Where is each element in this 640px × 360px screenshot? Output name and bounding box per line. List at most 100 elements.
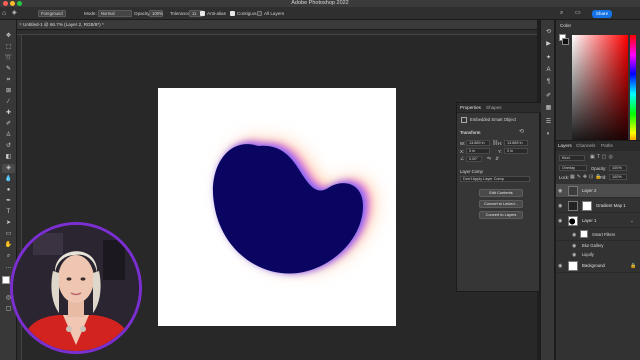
character-panel-icon[interactable]: A — [544, 66, 553, 75]
visibility-eye-icon[interactable]: ◉ — [558, 218, 562, 224]
opacity-input[interactable]: 100% — [149, 10, 163, 17]
title-bar: Adobe Photoshop 2022 — [0, 0, 640, 7]
share-button[interactable]: Share — [592, 10, 612, 18]
properties-panel: Properties Shapes Embedded Smart Object … — [456, 102, 541, 292]
all-layers-checkbox[interactable] — [257, 11, 262, 16]
flip-vertical-icon[interactable]: ⇵ — [495, 156, 499, 162]
edit-contents-button[interactable]: Edit Contents — [479, 189, 523, 197]
layer-opacity-input[interactable]: 100% — [609, 165, 627, 171]
color-panel: Color — [556, 20, 640, 153]
visibility-eye-icon[interactable]: ◉ — [572, 252, 576, 258]
color-picker-field[interactable] — [572, 35, 628, 153]
move-tool-icon[interactable]: ✥ — [2, 32, 15, 41]
tab-channels[interactable]: Channels — [576, 142, 595, 150]
paint-bucket-tool-icon[interactable]: ◈ — [12, 7, 17, 20]
layer-comp-select[interactable]: Don't Apply Layer Comp — [460, 176, 530, 182]
lasso-tool-icon[interactable]: ➰ — [2, 54, 15, 63]
healing-brush-tool-icon[interactable]: ✚ — [2, 109, 15, 118]
anti-alias-checkbox[interactable] — [200, 11, 205, 16]
visibility-eye-icon[interactable]: ◉ — [558, 188, 562, 194]
fill-source-select[interactable]: Foreground — [38, 10, 66, 17]
mode-select[interactable]: Normal — [98, 10, 132, 17]
paint-bucket-tool-icon[interactable]: ◈ — [2, 164, 15, 173]
actions-panel-icon[interactable]: ▶ — [544, 40, 553, 49]
background-color-swatch[interactable] — [562, 38, 569, 45]
convert-to-linked-button[interactable]: Convert to Linked... — [479, 200, 523, 208]
smart-filter-indicator-icon[interactable]: ⌄ — [630, 218, 634, 224]
path-selection-tool-icon[interactable]: ➤ — [2, 219, 15, 228]
x-input[interactable]: 0 in — [466, 148, 490, 154]
close-tab-icon[interactable]: × — [19, 20, 22, 30]
visibility-eye-icon[interactable]: ◉ — [558, 263, 562, 269]
hue-slider[interactable] — [630, 35, 636, 153]
blend-mode-select[interactable]: Overlay — [559, 165, 587, 171]
blur-tool-icon[interactable]: 💧 — [2, 175, 15, 184]
contiguous-checkbox[interactable] — [230, 11, 235, 16]
zoom-tool-icon[interactable]: ⌕ — [2, 252, 15, 261]
tab-properties[interactable]: Properties — [460, 104, 481, 112]
webcam-overlay — [10, 222, 142, 354]
history-panel-icon[interactable]: ⟲ — [544, 28, 553, 37]
dodge-tool-icon[interactable]: ● — [2, 186, 15, 195]
document-canvas[interactable] — [158, 88, 396, 326]
layer-row-layer-1[interactable]: ◉ Layer 1 ⌄ — [556, 214, 640, 228]
clone-stamp-tool-icon[interactable]: ♙ — [2, 131, 15, 140]
tab-paths[interactable]: Paths — [601, 142, 613, 150]
visibility-eye-icon[interactable]: ◉ — [572, 243, 576, 249]
home-icon[interactable]: ⌂ — [2, 7, 6, 20]
eyedropper-tool-icon[interactable]: ⁄ — [2, 98, 15, 107]
search-icon[interactable]: ⌕ — [560, 7, 563, 20]
presenter-video — [13, 225, 139, 351]
patterns-panel-icon[interactable]: ▦ — [544, 104, 553, 113]
layer-name: Gradient Map 1 — [596, 203, 626, 208]
layer-row-gradient-map-1[interactable]: ◉ Gradient Map 1 — [556, 199, 640, 213]
y-input[interactable]: 0 in — [504, 148, 528, 154]
type-tool-icon[interactable]: T — [2, 208, 15, 217]
layer-name: Background — [582, 263, 605, 268]
filter-row-liquify[interactable]: ◉ Liquify — [556, 250, 640, 259]
properties-panel-icon[interactable]: ☰ — [544, 118, 553, 127]
brush-tool-icon[interactable]: ✐ — [2, 120, 15, 129]
tab-layers[interactable]: Layers — [558, 142, 572, 150]
lock-icons[interactable]: ▦✎✥⊡🔒 — [570, 174, 604, 180]
app-title: Adobe Photoshop 2022 — [291, 0, 349, 6]
lock-label: Lock: — [559, 175, 570, 180]
shape-tool-icon[interactable]: ▭ — [2, 230, 15, 239]
adjustments-panel-icon[interactable]: ◐ — [544, 130, 553, 139]
smart-filters-label: Smart Filters — [592, 232, 616, 237]
workspace-icon[interactable]: ▭ — [575, 7, 581, 20]
mode-label: Mode: — [84, 11, 97, 16]
layer-filter-select[interactable]: Kind — [559, 155, 585, 161]
foreground-color-swatch[interactable] — [2, 276, 10, 284]
convert-to-layers-button[interactable]: Convert to Layers — [479, 211, 523, 219]
history-brush-tool-icon[interactable]: ↺ — [2, 142, 15, 151]
marquee-tool-icon[interactable]: ⬚ — [2, 43, 15, 52]
tab-shapes[interactable]: Shapes — [486, 104, 502, 112]
color-tab[interactable]: Color — [560, 22, 571, 30]
filter-icons[interactable]: ▣T▢◎ — [590, 154, 615, 160]
visibility-eye-icon[interactable]: ◉ — [572, 232, 576, 238]
smart-filters-row[interactable]: ◉ Smart Filters — [556, 229, 640, 241]
pen-tool-icon[interactable]: ✒ — [2, 197, 15, 206]
learn-panel-icon[interactable]: ✦ — [544, 54, 553, 63]
layer-row-background[interactable]: ◉ Background 🔒 — [556, 259, 640, 273]
eraser-tool-icon[interactable]: ◧ — [2, 153, 15, 162]
quick-select-tool-icon[interactable]: ✎ — [2, 65, 15, 74]
height-input[interactable]: 13.889 in — [504, 140, 528, 146]
layer-row-layer-2[interactable]: ◉ Layer 2 — [556, 184, 640, 198]
flip-horizontal-icon[interactable]: ⇋ — [487, 156, 491, 162]
document-tab[interactable]: × Untitled-1 @ 66.7% (Layer 2, RGB/8*) * — [17, 20, 537, 30]
reset-transform-icon[interactable]: ⟲ — [519, 128, 524, 135]
crop-tool-icon[interactable]: ⌗ — [2, 76, 15, 85]
frame-tool-icon[interactable]: ⊠ — [2, 87, 15, 96]
visibility-eye-icon[interactable]: ◉ — [558, 203, 562, 209]
paragraph-panel-icon[interactable]: ¶ — [544, 78, 553, 87]
hand-tool-icon[interactable]: ✋ — [2, 241, 15, 250]
filter-row-blur-gallery[interactable]: ◉ Blur Gallery — [556, 241, 640, 250]
brushes-panel-icon[interactable]: ✐ — [544, 92, 553, 101]
fill-input[interactable]: 100% — [609, 174, 627, 180]
all-layers-label: All Layers — [264, 11, 285, 16]
angle-input[interactable]: 0.00° — [466, 156, 482, 162]
width-input[interactable]: 13.889 in — [466, 140, 490, 146]
layers-panel: Layers Channels Paths Kind ▣T▢◎ Overlay … — [556, 140, 640, 360]
